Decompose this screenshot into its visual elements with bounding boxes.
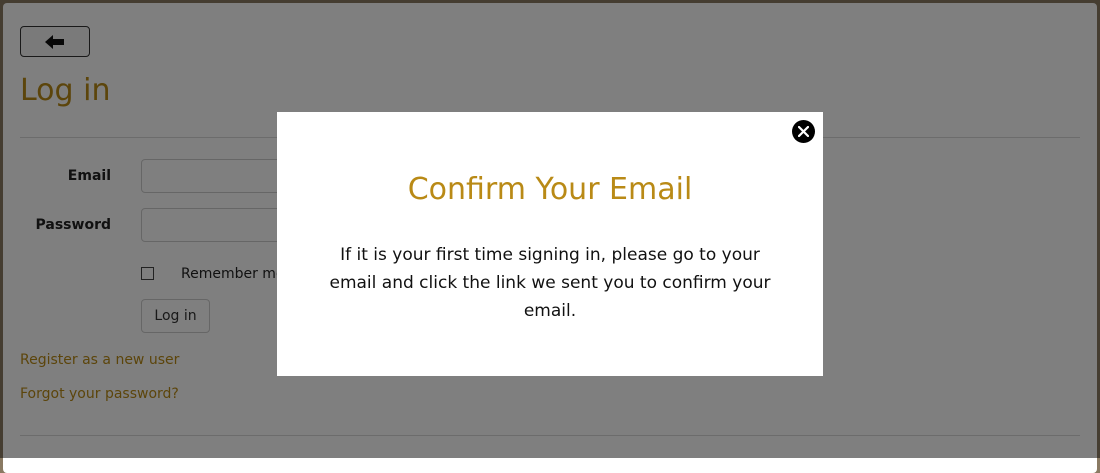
close-button[interactable] — [792, 120, 815, 143]
close-icon — [798, 126, 809, 137]
confirm-email-modal: Confirm Your Email If it is your first t… — [277, 112, 823, 376]
modal-title: Confirm Your Email — [407, 172, 693, 207]
modal-message: If it is your first time signing in, ple… — [329, 245, 771, 321]
